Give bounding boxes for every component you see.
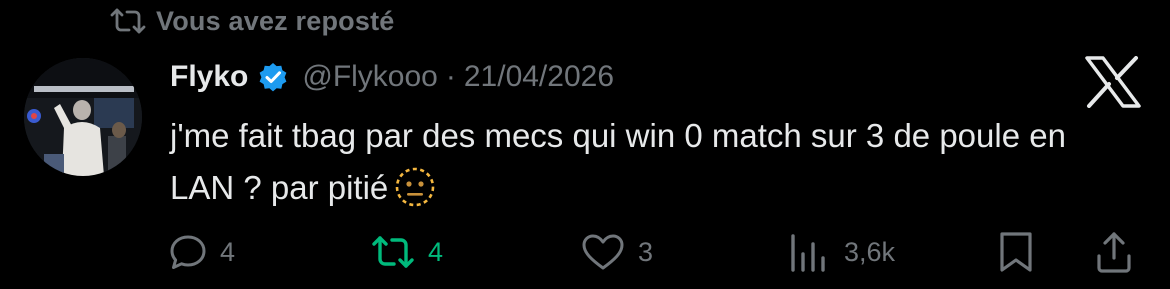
avatar[interactable] bbox=[24, 58, 142, 176]
repost-count: 4 bbox=[428, 236, 444, 267]
like-button[interactable]: 3 bbox=[580, 222, 653, 282]
tweet-header: Flyko @Flykooo · 21/04/2026 bbox=[170, 56, 614, 98]
repost-context: Vous avez reposté bbox=[108, 2, 395, 40]
like-icon bbox=[582, 234, 624, 270]
bookmark-button[interactable] bbox=[996, 222, 1036, 282]
reply-count: 4 bbox=[220, 236, 236, 267]
views-count: 3,6k bbox=[844, 236, 896, 267]
tweet-text-content: j'me fait tbag par des mecs qui win 0 ma… bbox=[170, 117, 1066, 206]
repost-button[interactable]: 4 bbox=[370, 222, 443, 282]
repost-label: Vous avez reposté bbox=[156, 5, 395, 36]
tweet-text: j'me fait tbag par des mecs qui win 0 ma… bbox=[170, 110, 1130, 214]
separator-dot: · bbox=[445, 60, 456, 93]
tweet-date[interactable]: 21/04/2026 bbox=[464, 60, 614, 94]
reply-button[interactable]: 4 bbox=[168, 222, 235, 282]
like-count: 3 bbox=[638, 236, 654, 267]
bookmark-icon bbox=[1000, 232, 1032, 272]
author-name[interactable]: Flyko bbox=[170, 60, 248, 94]
neutral-face-dotted-icon bbox=[394, 166, 436, 208]
reply-icon bbox=[170, 235, 206, 269]
tweet-actions: 4 4 3 3,6k bbox=[0, 222, 1170, 282]
x-logo-icon bbox=[1084, 56, 1142, 108]
verified-badge-icon bbox=[256, 60, 290, 94]
repost-icon bbox=[108, 6, 148, 36]
views-button[interactable]: 3,6k bbox=[788, 222, 895, 282]
author-handle[interactable]: @Flykooo bbox=[302, 60, 438, 94]
views-icon bbox=[791, 234, 825, 272]
share-button[interactable] bbox=[1094, 222, 1134, 282]
share-icon bbox=[1097, 232, 1131, 273]
repost-icon bbox=[372, 236, 414, 268]
